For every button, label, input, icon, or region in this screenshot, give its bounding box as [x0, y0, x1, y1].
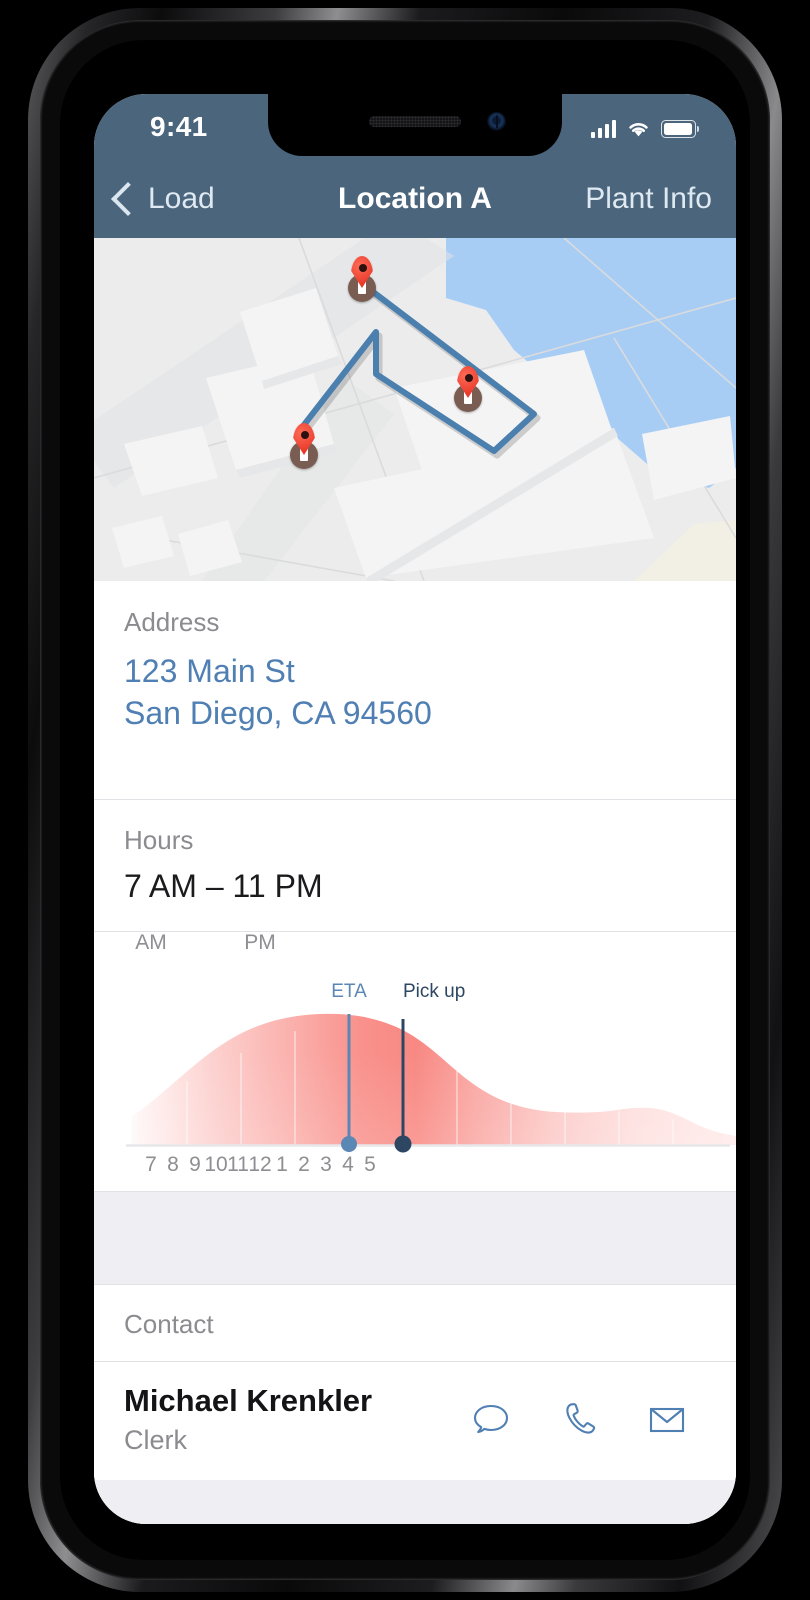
traffic-chart-canvas: [126, 1013, 736, 1153]
contact-text: Michael Krenkler Clerk: [124, 1382, 470, 1456]
device-inner-frame: 9:41 Load Location A Plant Info Address …: [40, 20, 770, 1580]
x-tick-8: 8: [167, 1152, 179, 1176]
front-camera-icon: [487, 112, 506, 131]
hours-spacer: [124, 905, 706, 931]
email-button[interactable]: [646, 1398, 688, 1440]
eta-marker-dot: [341, 1135, 357, 1152]
map-canvas: [94, 238, 736, 581]
x-tick-1: 1: [276, 1152, 288, 1176]
x-tick-3: 3: [320, 1152, 332, 1176]
status-bar-indicators: [590, 114, 700, 138]
display-notch: [268, 94, 562, 156]
traffic-chart-section: ETA Pick up 7 8 9 10 11 12 1 2 3 4 5 AM …: [94, 930, 736, 1191]
message-icon: [473, 1404, 509, 1433]
address-link[interactable]: 123 Main St San Diego, CA 94560: [124, 650, 706, 734]
x-tick-7: 7: [145, 1152, 157, 1176]
contact-section-header: Contact: [94, 1284, 736, 1362]
battery-icon: [661, 120, 700, 138]
traffic-chart[interactable]: ETA Pick up 7 8 9 10 11 12 1 2 3 4 5 AM …: [94, 931, 736, 1191]
address-line-2: San Diego, CA 94560: [124, 695, 432, 732]
address-label: Address: [124, 607, 220, 637]
x-period-pm: PM: [244, 930, 276, 954]
nav-bar: Load Location A Plant Info: [94, 160, 736, 238]
hours-section: Hours 7 AM – 11 PM: [94, 798, 736, 931]
address-line-1: 123 Main St: [124, 653, 295, 690]
x-tick-12: 12: [248, 1152, 272, 1176]
sheet-footer-spacer: [94, 1479, 736, 1524]
plant-info-button[interactable]: Plant Info: [585, 160, 712, 238]
device-bezel: 9:41 Load Location A Plant Info Address …: [60, 40, 750, 1560]
address-section: Address 123 Main St San Diego, CA 94560: [94, 581, 736, 799]
message-button[interactable]: [470, 1398, 512, 1440]
section-gap: [94, 1190, 736, 1285]
x-tick-10: 10: [204, 1152, 228, 1176]
phone-icon: [566, 1402, 596, 1434]
x-tick-5: 5: [364, 1152, 376, 1176]
address-spacer: [124, 735, 706, 799]
contact-actions: [470, 1398, 706, 1440]
phone-device-frame: 9:41 Load Location A Plant Info Address …: [28, 8, 782, 1592]
map-view[interactable]: [94, 238, 736, 581]
cellular-signal-icon: [590, 120, 616, 138]
screenshot-stage: 9:41 Load Location A Plant Info Address …: [0, 0, 810, 1600]
map-pin-2[interactable]: [451, 366, 485, 412]
x-period-am: AM: [135, 930, 167, 954]
hours-value: 7 AM – 11 PM: [124, 867, 323, 904]
contact-label: Contact: [124, 1308, 214, 1339]
contact-name: Michael Krenkler: [124, 1382, 373, 1418]
eta-marker-label: ETA: [331, 980, 367, 1002]
map-pin-1[interactable]: [345, 256, 379, 302]
detail-sheet: Address 123 Main St San Diego, CA 94560 …: [94, 581, 736, 1524]
phone-screen: 9:41 Load Location A Plant Info Address …: [94, 94, 736, 1524]
pickup-marker-label: Pick up: [403, 980, 466, 1002]
x-tick-11: 11: [227, 1152, 249, 1176]
email-icon: [649, 1407, 685, 1432]
hours-label: Hours: [124, 824, 194, 855]
pickup-marker-dot: [394, 1135, 412, 1153]
map-pin-3[interactable]: [287, 423, 321, 469]
x-tick-2: 2: [298, 1152, 310, 1176]
status-bar-time: 9:41: [150, 111, 208, 142]
contact-row[interactable]: Michael Krenkler Clerk: [94, 1361, 736, 1480]
x-tick-4: 4: [342, 1152, 354, 1176]
x-tick-9: 9: [189, 1152, 201, 1176]
wifi-icon: [627, 120, 650, 138]
call-button[interactable]: [558, 1398, 600, 1440]
earpiece-speaker-icon: [369, 116, 461, 127]
contact-role: Clerk: [124, 1424, 188, 1455]
